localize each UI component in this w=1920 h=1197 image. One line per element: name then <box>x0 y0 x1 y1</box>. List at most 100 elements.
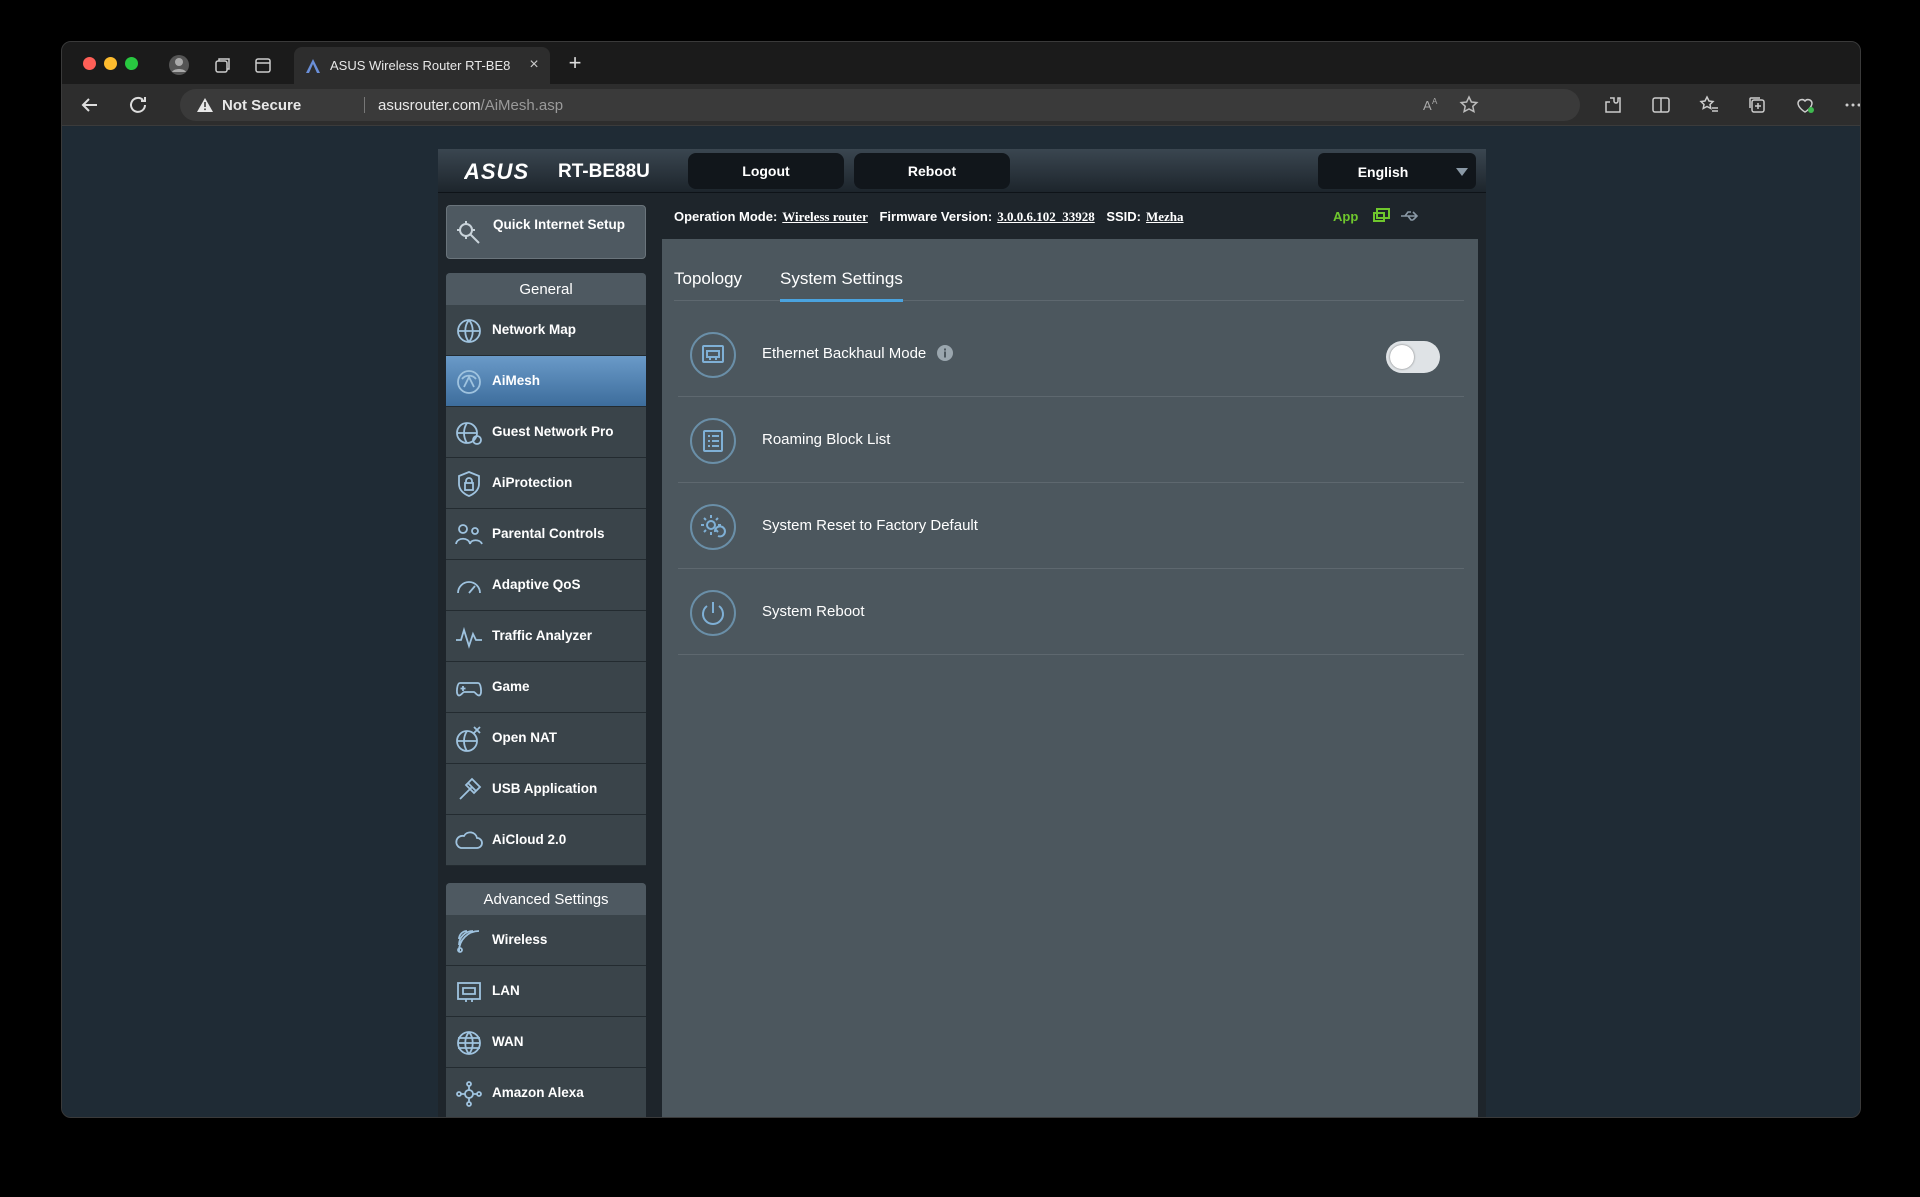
status-line: Operation Mode: Wireless router Firmware … <box>674 209 1192 225</box>
ethernet-backhaul-label: Ethernet Backhaul Mode <box>762 345 927 362</box>
collections-icon[interactable] <box>1746 94 1768 116</box>
advanced-menu-list: Wireless LAN WAN Amazon Alexa <box>446 915 646 1117</box>
sidebar-item-lan[interactable]: LAN <box>446 966 646 1017</box>
tab-strip: ASUS Wireless Router RT-BE88 × + <box>62 42 1860 84</box>
setting-ethernet-backhaul: Ethernet Backhaul Mode <box>678 311 1464 397</box>
read-aloud-icon[interactable]: AA <box>1420 94 1442 116</box>
game-icon <box>454 673 484 703</box>
quick-internet-setup-button[interactable]: Quick Internet Setup <box>446 205 646 259</box>
tab-actions-icon[interactable] <box>252 54 274 76</box>
sidebar-item-label: AiProtection <box>492 475 573 490</box>
browser-essentials-icon[interactable] <box>1794 94 1816 116</box>
favorite-star-icon[interactable] <box>1458 94 1480 116</box>
split-screen-icon[interactable] <box>1650 94 1672 116</box>
sidebar-item-label: AiCloud 2.0 <box>492 832 567 847</box>
firmware-link[interactable]: 3.0.0.6.102_33928 <box>997 209 1095 224</box>
svg-text:A: A <box>1423 98 1432 113</box>
power-icon <box>688 588 738 638</box>
ssid-link[interactable]: Mezha <box>1146 209 1184 224</box>
sidebar-item-traffic-analyzer[interactable]: Traffic Analyzer <box>446 611 646 662</box>
general-menu-list: Network Map AiMesh Guest Network Pro AiProt… <box>446 305 646 866</box>
gear-reset-icon <box>688 502 738 552</box>
tab-system-settings[interactable]: System Settings <box>780 269 903 302</box>
page-viewport: ASUS RT-BE88U Logout Reboot English Quic… <box>62 127 1860 1117</box>
content-panel: Topology System Settings Ethernet Backha… <box>662 239 1478 1117</box>
quick-setup-label: Quick Internet Setup <box>493 217 626 232</box>
parental-controls-icon <box>454 520 484 550</box>
app-link[interactable]: App <box>1333 209 1358 224</box>
reboot-button[interactable]: Reboot <box>854 153 1010 189</box>
asus-logo: ASUS <box>464 159 544 183</box>
sidebar-item-label: Parental Controls <box>492 526 605 541</box>
system-reboot-label: System Reboot <box>762 603 865 620</box>
sidebar-item-wireless[interactable]: Wireless <box>446 915 646 966</box>
chevron-down-icon <box>1456 168 1468 176</box>
router-header: ASUS RT-BE88U Logout Reboot English <box>438 149 1486 193</box>
sidebar-item-open-nat[interactable]: Open NAT <box>446 713 646 764</box>
network-map-icon <box>454 316 484 346</box>
sidebar-item-label: Amazon Alexa <box>492 1085 584 1100</box>
logout-button[interactable]: Logout <box>688 153 844 189</box>
setting-system-reboot[interactable]: System Reboot <box>678 569 1464 655</box>
sidebar-item-label: Network Map <box>492 322 577 337</box>
tab-topology[interactable]: Topology <box>674 269 742 289</box>
extensions-icon[interactable] <box>1602 94 1624 116</box>
sidebar-item-adaptive-qos[interactable]: Adaptive QoS <box>446 560 646 611</box>
sidebar-item-label: USB Application <box>492 781 598 796</box>
address-bar[interactable]: Not Secure asusrouter.com/AiMesh.asp AA <box>180 89 1580 121</box>
browser-tab-active[interactable]: ASUS Wireless Router RT-BE88 × <box>294 47 550 84</box>
setting-factory-reset[interactable]: System Reset to Factory Default <box>678 483 1464 569</box>
language-select[interactable]: English <box>1318 153 1476 189</box>
favorites-icon[interactable] <box>1698 94 1720 116</box>
browser-toolbar: Not Secure asusrouter.com/AiMesh.asp AA <box>62 84 1860 126</box>
security-label[interactable]: Not Secure <box>222 97 301 114</box>
menu-group-general: General Network Map AiMesh Guest Network P… <box>446 273 646 866</box>
guest-network-icon <box>454 418 484 448</box>
workspaces-icon[interactable] <box>212 54 234 76</box>
sidebar-item-game[interactable]: Game <box>446 662 646 713</box>
sidebar-item-guest-network-pro[interactable]: Guest Network Pro <box>446 407 646 458</box>
sidebar-item-aiprotection[interactable]: AiProtection <box>446 458 646 509</box>
back-button[interactable] <box>78 93 102 117</box>
aimesh-icon <box>454 367 484 397</box>
svg-text:ASUS: ASUS <box>464 159 529 183</box>
sidebar-item-amazon-alexa[interactable]: Amazon Alexa <box>446 1068 646 1117</box>
profile-avatar-icon[interactable] <box>168 54 190 76</box>
general-heading: General <box>446 273 646 305</box>
sidebar-item-label: WAN <box>492 1034 524 1049</box>
address-separator <box>364 97 365 113</box>
sidebar-item-wan[interactable]: WAN <box>446 1017 646 1068</box>
list-icon <box>688 416 738 466</box>
sidebar-item-label: Traffic Analyzer <box>492 628 593 643</box>
toggle-knob <box>1390 345 1414 369</box>
tab-close-icon[interactable]: × <box>524 55 544 75</box>
info-icon[interactable] <box>936 344 954 362</box>
factory-reset-label: System Reset to Factory Default <box>762 517 978 534</box>
content-tabs: Topology System Settings <box>674 259 1464 302</box>
ssid-label: SSID: <box>1106 209 1141 224</box>
usb-status-icon[interactable] <box>1400 207 1420 225</box>
maximize-window-button[interactable] <box>125 57 138 70</box>
sidebar-item-network-map[interactable]: Network Map <box>446 305 646 356</box>
more-options-icon[interactable] <box>1842 94 1860 116</box>
ethernet-backhaul-toggle[interactable] <box>1386 341 1440 373</box>
op-mode-link[interactable]: Wireless router <box>782 209 868 224</box>
reload-button[interactable] <box>126 93 150 117</box>
sidebar-item-aimesh[interactable]: AiMesh <box>446 356 646 407</box>
setting-roaming-block-list[interactable]: Roaming Block List <box>678 397 1464 483</box>
sidebar-item-aicloud-2-0[interactable]: AiCloud 2.0 <box>446 815 646 866</box>
client-status-icon[interactable] <box>1372 207 1392 225</box>
sidebar-item-parental-controls[interactable]: Parental Controls <box>446 509 646 560</box>
sidebar-item-usb-application[interactable]: USB Application <box>446 764 646 815</box>
sidebar-item-label: Guest Network Pro <box>492 424 614 439</box>
router-ui: ASUS RT-BE88U Logout Reboot English Quic… <box>438 149 1486 1117</box>
url-text[interactable]: asusrouter.com/AiMesh.asp <box>378 97 563 114</box>
new-tab-button[interactable]: + <box>562 50 588 76</box>
usb-application-icon <box>454 775 484 805</box>
language-label: English <box>1357 164 1409 180</box>
menu-group-advanced: Advanced Settings Wireless LAN WAN Amazon A… <box>446 883 646 1117</box>
close-window-button[interactable] <box>83 57 96 70</box>
asus-favicon-icon <box>304 57 322 75</box>
minimize-window-button[interactable] <box>104 57 117 70</box>
aiprotection-icon <box>454 469 484 499</box>
